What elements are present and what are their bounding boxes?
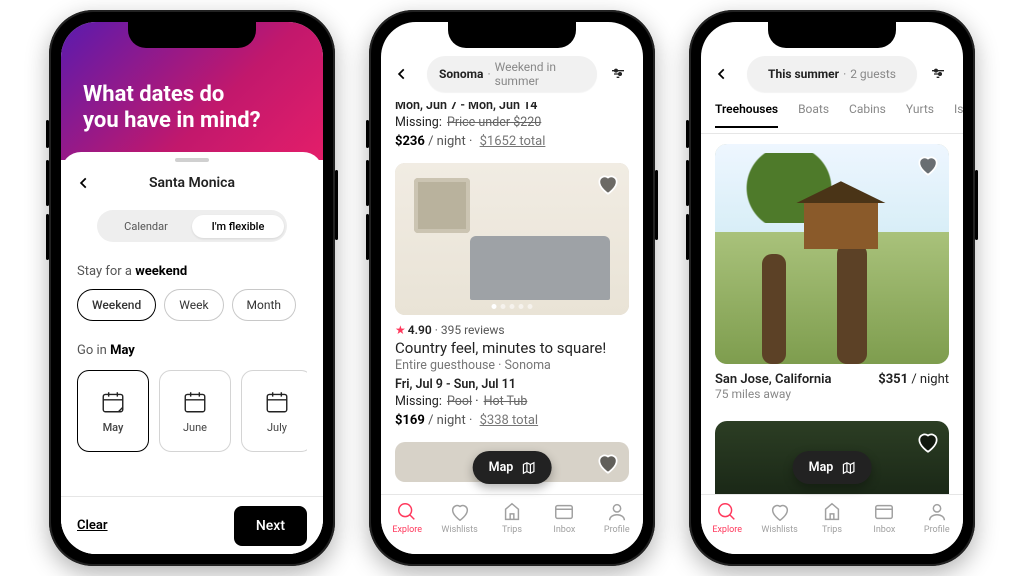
notch xyxy=(768,22,896,48)
cat-yurts[interactable]: Yurts xyxy=(906,102,934,126)
tab-inbox[interactable]: Inbox xyxy=(858,501,910,535)
filter-button[interactable] xyxy=(927,63,949,85)
listing-photo[interactable] xyxy=(715,144,949,364)
tab-wishlists[interactable]: Wishlists xyxy=(753,501,805,535)
duration-weekend[interactable]: Weekend xyxy=(77,289,156,321)
results-scroll[interactable]: Mon, Jun 7 - Mon, Jun 14 Missing: Price … xyxy=(381,102,643,494)
listing-photo[interactable] xyxy=(395,163,629,315)
hero-line: What dates do xyxy=(83,82,301,108)
calendar-icon xyxy=(182,389,208,415)
mode-segmented-control[interactable]: Calendar I'm flexible xyxy=(97,210,287,242)
search-main: This summer xyxy=(768,67,839,81)
listing-rating: ★4.90 · 395 reviews xyxy=(395,323,629,337)
listing-location: San Jose, California xyxy=(715,372,832,387)
cat-boats[interactable]: Boats xyxy=(798,102,829,126)
photo-dots xyxy=(492,304,533,309)
tab-explore[interactable]: Explore xyxy=(381,501,433,535)
search-pill[interactable]: Sonoma · Weekend in summer xyxy=(427,56,597,92)
tab-trips[interactable]: Trips xyxy=(806,501,858,535)
filter-button[interactable] xyxy=(607,63,629,85)
peek-missing: Missing: Price under $220 xyxy=(395,115,629,130)
cat-treehouses[interactable]: Treehouses xyxy=(715,102,778,128)
phone-dates: What dates do you have in mind? Santa Mo… xyxy=(49,10,335,566)
phone-results-sonoma: Sonoma · Weekend in summer Mon, Jun 7 - … xyxy=(369,10,655,566)
peek-dates: Mon, Jun 7 - Mon, Jun 14 xyxy=(395,102,629,113)
tab-bar: Explore Wishlists Trips Inbox Profile xyxy=(381,494,643,554)
tab-bar: Explore Wishlists Trips Inbox Profile xyxy=(701,494,963,554)
month-june[interactable]: June xyxy=(159,370,231,452)
cat-islands[interactable]: Islands xyxy=(954,102,963,126)
listing-price: $169 / night · $338 total xyxy=(395,413,629,428)
search-pill[interactable]: This summer · 2 guests xyxy=(747,56,917,92)
listing-distance: 75 miles away xyxy=(715,387,832,401)
tab-explore[interactable]: Explore xyxy=(701,501,753,535)
next-button[interactable]: Next xyxy=(234,506,307,546)
listing-card[interactable]: ★4.90 · 395 reviews Country feel, minute… xyxy=(395,163,629,428)
notch xyxy=(128,22,256,48)
map-button[interactable]: Map xyxy=(793,451,872,484)
tab-profile[interactable]: Profile xyxy=(911,501,963,535)
search-main: Sonoma xyxy=(439,67,483,81)
clear-button[interactable]: Clear xyxy=(77,518,108,533)
map-icon xyxy=(521,461,535,475)
listing-title: Country feel, minutes to square! xyxy=(395,339,629,357)
map-button[interactable]: Map xyxy=(473,451,552,484)
calendar-icon xyxy=(264,389,290,415)
wishlist-heart[interactable] xyxy=(595,450,621,476)
tab-wishlists[interactable]: Wishlists xyxy=(433,501,485,535)
notch xyxy=(448,22,576,48)
listing-missing: Missing: Pool · Hot Tub xyxy=(395,394,629,409)
sheet-handle[interactable] xyxy=(175,158,209,162)
month-july[interactable]: July xyxy=(241,370,307,452)
wishlist-heart[interactable] xyxy=(915,429,941,455)
peek-price: $236 / night · $1652 total xyxy=(395,134,629,149)
tab-profile[interactable]: Profile xyxy=(591,501,643,535)
wishlist-heart[interactable] xyxy=(915,152,941,178)
duration-month[interactable]: Month xyxy=(232,289,296,321)
seg-flexible[interactable]: I'm flexible xyxy=(192,215,284,238)
location-title: Santa Monica xyxy=(77,175,307,191)
tab-inbox[interactable]: Inbox xyxy=(538,501,590,535)
date-sheet: Santa Monica Calendar I'm flexible Stay … xyxy=(61,152,323,554)
map-icon xyxy=(841,461,855,475)
listing-price: $351 / night xyxy=(878,372,949,401)
cat-cabins[interactable]: Cabins xyxy=(849,102,886,126)
tab-trips[interactable]: Trips xyxy=(486,501,538,535)
search-sub: Weekend in summer xyxy=(495,60,585,88)
results-scroll[interactable]: San Jose, California 75 miles away $351 … xyxy=(701,134,963,494)
calendar-icon xyxy=(100,389,126,415)
category-tabs[interactable]: Treehouses Boats Cabins Yurts Islands xyxy=(701,102,963,134)
back-button[interactable] xyxy=(395,67,417,81)
go-label: Go in May xyxy=(77,343,307,358)
listing-dates: Fri, Jul 9 - Sun, Jul 11 xyxy=(395,377,629,392)
hero-line: you have in mind? xyxy=(83,108,301,134)
search-sub: 2 guests xyxy=(850,67,896,81)
duration-week[interactable]: Week xyxy=(164,289,223,321)
phone-categories: This summer · 2 guests Treehouses Boats … xyxy=(689,10,975,566)
listing-type: Entire guesthouse · Sonoma xyxy=(395,358,629,373)
listing-info: San Jose, California 75 miles away $351 … xyxy=(715,372,949,401)
back-button[interactable] xyxy=(715,67,737,81)
wishlist-heart[interactable] xyxy=(595,171,621,197)
month-may[interactable]: May xyxy=(77,370,149,452)
star-icon: ★ xyxy=(395,323,406,337)
seg-calendar[interactable]: Calendar xyxy=(100,215,192,238)
stay-label: Stay for a weekend xyxy=(77,264,307,279)
